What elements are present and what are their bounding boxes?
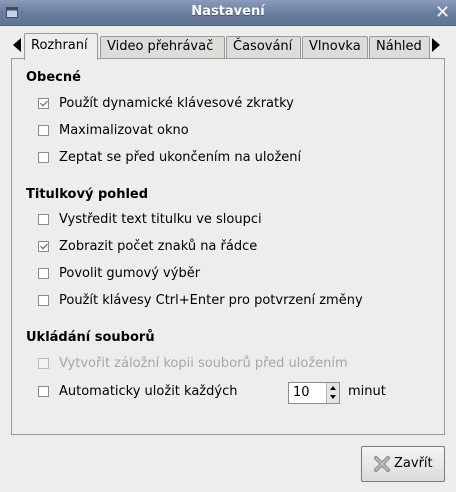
tab-timing[interactable]: Časování [226, 36, 301, 58]
checkbox-label: Povolit gumový výběr [59, 266, 201, 281]
autosave-interval-spinner[interactable]: 10 [288, 382, 340, 404]
tab-label: Rozhraní [31, 38, 88, 53]
checkbox[interactable] [38, 241, 49, 252]
checkbox-label: Použít dynamické klávesové zkratky [59, 96, 294, 111]
title-bar[interactable]: Nastavení ✕ [0, 0, 456, 26]
autosave-interval-value[interactable]: 10 [293, 385, 310, 400]
window-title: Nastavení [191, 4, 265, 19]
checkbox-label: Použít klávesy Ctrl+Enter pro potvrzení … [59, 293, 363, 308]
close-button-label: Zavřít [394, 456, 433, 471]
checkbox[interactable] [38, 268, 49, 279]
tab-label: Video přehrávač [107, 39, 214, 54]
close-button[interactable]: Zavřít [361, 446, 445, 482]
tab-scroll-right-icon[interactable] [432, 38, 440, 52]
tab-bar: Rozhraní Video přehrávač Časování Vlnovk… [12, 33, 444, 60]
checkbox[interactable] [38, 125, 49, 136]
checkbox-label: Vystředit text titulku ve sloupci [59, 212, 262, 227]
checkbox[interactable] [38, 152, 49, 163]
close-window-icon[interactable]: ✕ [435, 4, 450, 22]
section-title-file-saving: Ukládání souborů [26, 330, 155, 345]
checkbox-label: Maximalizovat okno [59, 123, 189, 138]
close-icon [374, 456, 390, 472]
tab-label: Vlnovka [309, 39, 361, 54]
checkbox [38, 358, 49, 369]
tab-video-player[interactable]: Video přehrávač [100, 36, 225, 58]
checkbox[interactable] [38, 98, 49, 109]
spin-down-icon[interactable] [330, 395, 336, 399]
section-title-subtitle-view: Titulkový pohled [26, 187, 149, 202]
checkbox-label: Vytvořit záložní kopii souborů před ulož… [59, 356, 348, 371]
spinner-buttons [326, 383, 339, 403]
checkbox-label: Zeptat se před ukončením na uložení [59, 150, 302, 165]
preferences-dialog: Nastavení ✕ Rozhraní Video přehrávač Čas… [0, 0, 456, 492]
checkbox[interactable] [38, 295, 49, 306]
spin-up-icon[interactable] [330, 386, 336, 390]
tab-preview[interactable]: Náhled [369, 36, 430, 58]
autosave-unit-label: minut [348, 384, 386, 399]
tab-label: Časování [233, 39, 293, 54]
tab-scroll-left-icon[interactable] [13, 38, 21, 52]
checkbox-label: Zobrazit počet znaků na řádce [59, 239, 258, 254]
section-title-general: Obecné [26, 70, 81, 85]
tab-interface[interactable]: Rozhraní [24, 33, 98, 60]
interface-panel: Obecné Použít dynamické klávesové zkratk… [11, 58, 445, 435]
tab-label: Náhled [376, 39, 422, 54]
tab-waveform[interactable]: Vlnovka [302, 36, 368, 58]
checkbox[interactable] [38, 214, 49, 225]
checkbox[interactable] [38, 386, 49, 397]
checkbox-label: Automaticky uložit každých [59, 384, 238, 399]
